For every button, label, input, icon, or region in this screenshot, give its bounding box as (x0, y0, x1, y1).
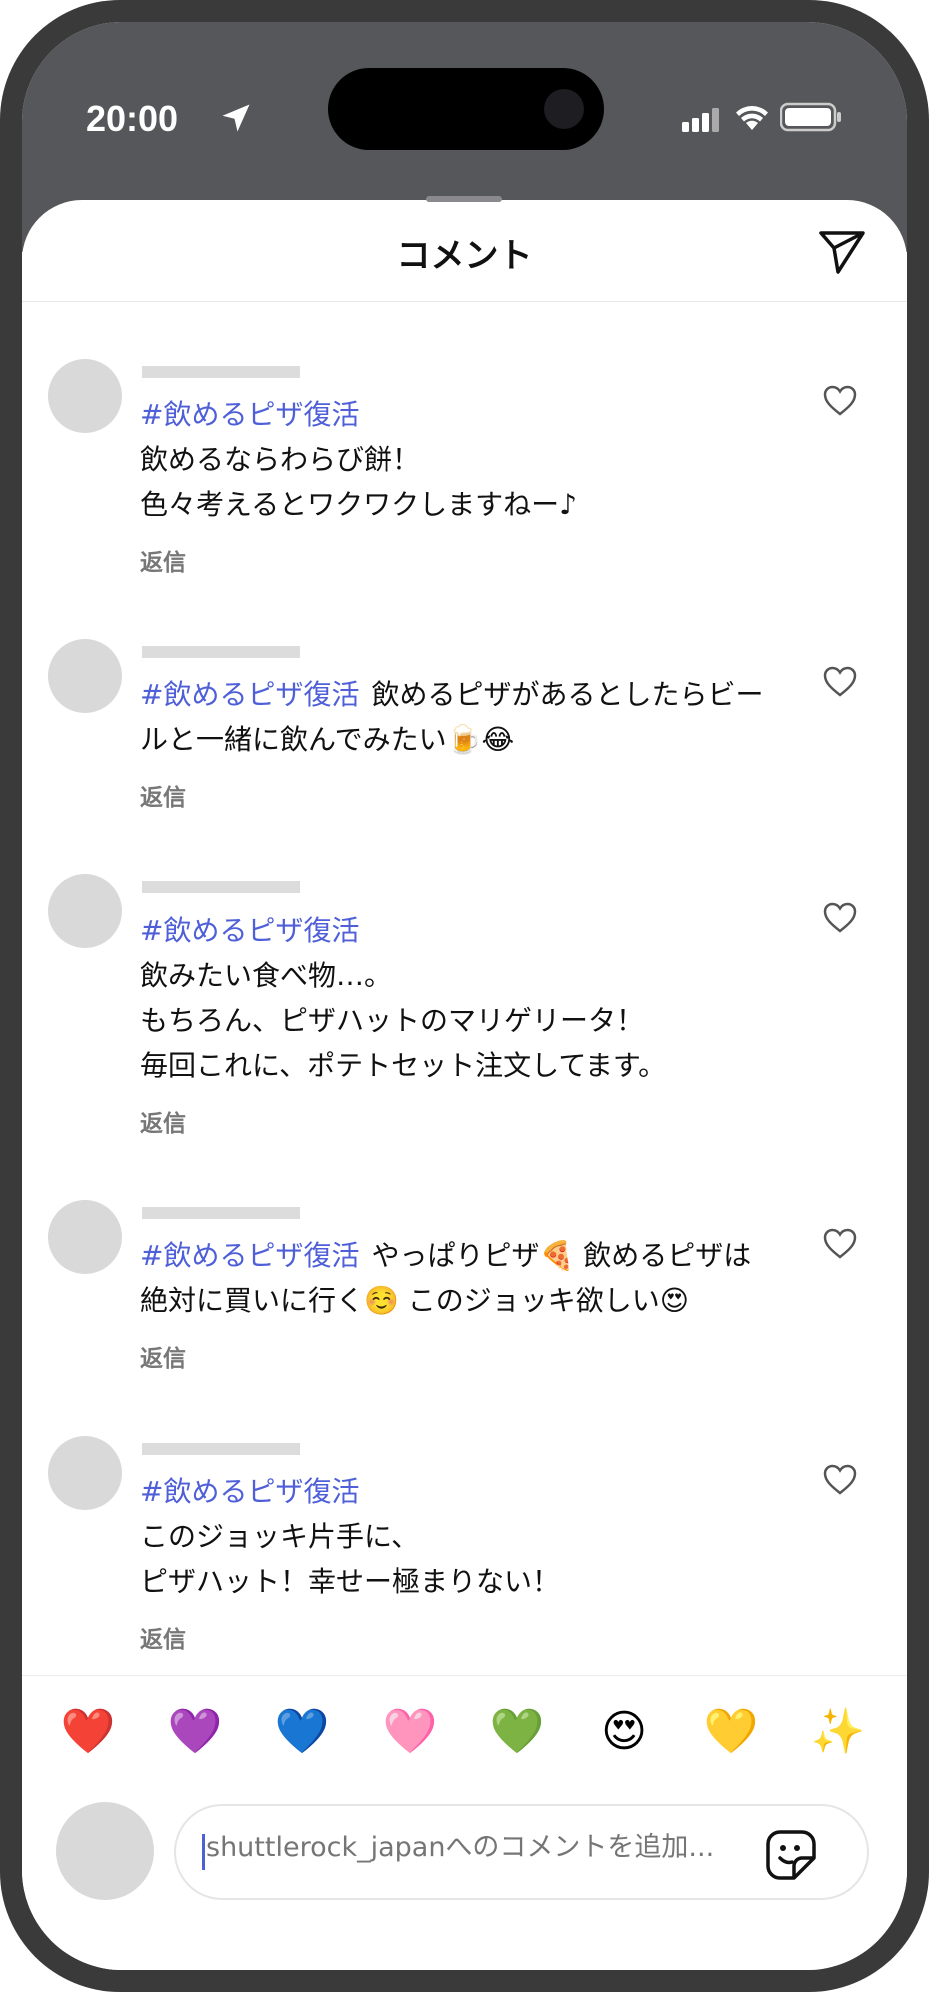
current-user-avatar (56, 1802, 154, 1900)
comment-text: #飲めるピザ復活 飲めるならわらび餅！ 色々考えるとワクワクしますねー♪ (140, 392, 770, 527)
heart-outline-icon[interactable] (822, 1462, 858, 1498)
emoji-bar-divider (22, 1675, 907, 1676)
comment-line: もちろん、ピザハットのマリゲリータ！ (140, 1004, 645, 1037)
avatar[interactable] (48, 1200, 122, 1274)
avatar[interactable] (48, 874, 122, 948)
username-placeholder (142, 881, 300, 893)
paper-plane-icon[interactable] (816, 226, 868, 278)
comment-line: ピザハット！幸せー極まりない！ (140, 1565, 561, 1598)
reply-button[interactable]: 返信 (140, 1620, 186, 1654)
username-placeholder (142, 1443, 300, 1455)
hashtag-link[interactable]: #飲めるピザ復活 (140, 1475, 359, 1508)
emoji-red-heart[interactable]: ❤️ (58, 1704, 118, 1760)
comments-sheet: コメント #飲めるピザ復活 飲めるならわらび餅！ 色々考えるとワクワクしますねー… (22, 196, 907, 1970)
screen: 20:00 コメント #飲めるピザ復活 飲めるならわらび餅！ 色々考えるとワクワ… (22, 22, 907, 1970)
comment-line: このジョッキ片手に、 (140, 1520, 420, 1553)
dynamic-island (328, 68, 604, 150)
heart-outline-icon[interactable] (822, 1226, 858, 1262)
sticker-icon[interactable] (764, 1828, 818, 1882)
reply-button[interactable]: 返信 (140, 1339, 186, 1373)
comment-line: 飲めるならわらび餅！ (140, 443, 421, 476)
avatar[interactable] (48, 359, 122, 433)
wifi-icon (736, 106, 768, 130)
comment-line: 色々考えるとワクワクしますねー♪ (140, 488, 578, 521)
hashtag-link[interactable]: #飲めるピザ復活 (140, 398, 359, 431)
hashtag-link[interactable]: #飲めるピザ復活 (140, 1239, 359, 1272)
comment-input[interactable] (206, 1832, 726, 1863)
username-placeholder (142, 1207, 300, 1219)
avatar[interactable] (48, 639, 122, 713)
emoji-heart-eyes[interactable]: 😍 (594, 1704, 654, 1760)
heart-outline-icon[interactable] (822, 900, 858, 936)
reply-button[interactable]: 返信 (140, 1104, 186, 1138)
hashtag-link[interactable]: #飲めるピザ復活 (140, 914, 359, 947)
status-time: 20:00 (86, 98, 179, 139)
reply-button[interactable]: 返信 (140, 778, 186, 812)
emoji-pink-heart[interactable]: 🩷 (380, 1704, 440, 1760)
comment-composer[interactable] (174, 1804, 869, 1900)
comment-text: #飲めるピザ復活 飲みたい食べ物…。 もちろん、ピザハットのマリゲリータ！ 毎回… (140, 908, 770, 1088)
comment-text: #飲めるピザ復活 このジョッキ片手に、 ピザハット！幸せー極まりない！ (140, 1469, 770, 1604)
location-arrow-icon (222, 104, 250, 132)
comment-line: 毎回これに、ポテトセット注文してます。 (140, 1049, 667, 1082)
emoji-sparkles[interactable]: ✨ (808, 1704, 868, 1760)
username-placeholder (142, 366, 300, 378)
comment-text: #飲めるピザ復活 やっぱりピザ🍕 飲めるピザは絶対に買いに行く☺️ このジョッキ欲… (140, 1233, 770, 1323)
reply-button[interactable]: 返信 (140, 543, 186, 577)
page-title: コメント (396, 236, 533, 276)
hashtag-link[interactable]: #飲めるピザ復活 (140, 678, 359, 711)
sheet-header: コメント (22, 200, 907, 302)
emoji-green-heart[interactable]: 💚 (487, 1704, 547, 1760)
avatar[interactable] (48, 1436, 122, 1510)
battery-icon (780, 102, 841, 132)
comment-line: 飲みたい食べ物…。 (140, 959, 393, 992)
comment-text: #飲めるピザ復活 飲めるピザがあるとしたらビールと一緒に飲んでみたい🍺😂 (140, 672, 770, 762)
text-caret (202, 1834, 205, 1870)
signal-icon (682, 108, 719, 132)
emoji-purple-heart[interactable]: 💜 (165, 1704, 225, 1760)
heart-outline-icon[interactable] (822, 383, 858, 419)
emoji-yellow-heart[interactable]: 💛 (701, 1704, 761, 1760)
emoji-blue-heart[interactable]: 💙 (272, 1704, 332, 1760)
username-placeholder (142, 646, 300, 658)
heart-outline-icon[interactable] (822, 664, 858, 700)
